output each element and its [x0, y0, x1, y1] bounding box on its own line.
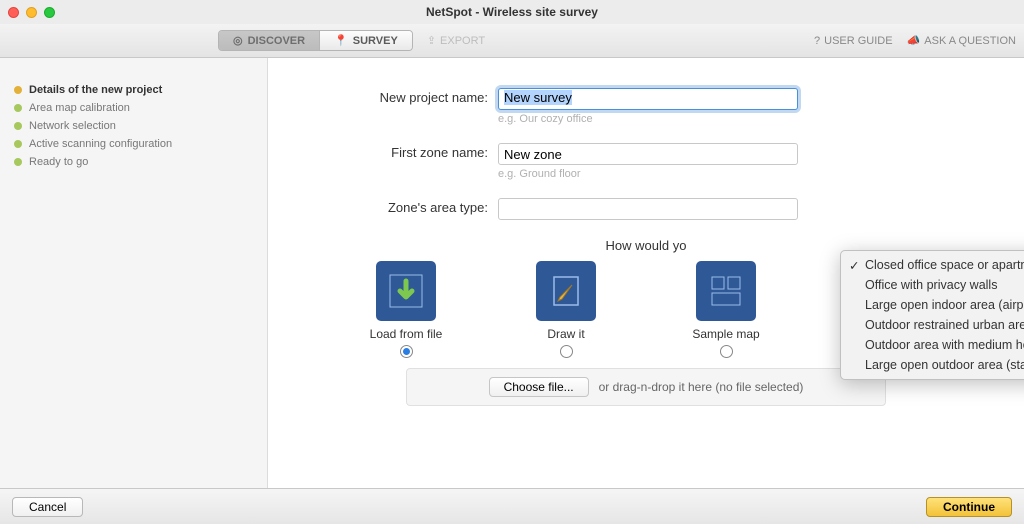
- step-label: Network selection: [29, 120, 116, 132]
- load-file-icon: [376, 261, 436, 321]
- zone-name-hint: e.g. Ground floor: [498, 168, 798, 180]
- sidebar-step-ready[interactable]: Ready to go: [14, 156, 253, 168]
- map-option-load-from-file[interactable]: Load from file: [356, 261, 456, 358]
- pin-icon: 📍: [334, 34, 348, 47]
- map-option-label: Draw it: [547, 327, 584, 341]
- ask-label: ASK A QUESTION: [924, 35, 1016, 47]
- map-radio-sample[interactable]: [720, 345, 733, 358]
- toolbar: ◎ DISCOVER 📍 SURVEY ⇪ EXPORT ? USER GUID…: [0, 24, 1024, 58]
- sidebar-step-calibration[interactable]: Area map calibration: [14, 102, 253, 114]
- discover-tab[interactable]: ◎ DISCOVER: [219, 31, 319, 50]
- map-option-sample-map[interactable]: Sample map: [676, 261, 776, 358]
- sidebar: Details of the new project Area map cali…: [0, 58, 268, 488]
- discover-label: DISCOVER: [248, 35, 305, 47]
- step-label: Ready to go: [29, 156, 88, 168]
- project-name-row: New project name: New survey e.g. Our co…: [308, 88, 984, 125]
- area-type-label: Zone's area type:: [308, 198, 498, 215]
- step-label: Details of the new project: [29, 84, 162, 96]
- user-guide-label: USER GUIDE: [824, 35, 892, 47]
- dropdown-item-outdoor-urban[interactable]: Outdoor restrained urban area: [841, 315, 1024, 335]
- footer: Cancel Continue: [0, 488, 1024, 524]
- continue-button[interactable]: Continue: [926, 497, 1012, 517]
- main-panel: New project name: New survey e.g. Our co…: [268, 58, 1024, 488]
- step-label: Area map calibration: [29, 102, 130, 114]
- sidebar-step-details[interactable]: Details of the new project: [14, 84, 253, 96]
- area-type-select[interactable]: [498, 198, 798, 220]
- area-type-row: Zone's area type:: [308, 198, 984, 220]
- file-drop-row[interactable]: Choose file... or drag-n-drop it here (n…: [406, 368, 886, 406]
- draw-icon: [536, 261, 596, 321]
- project-name-value: New survey: [504, 90, 572, 105]
- survey-label: SURVEY: [353, 35, 398, 47]
- dropdown-item-privacy-walls[interactable]: Office with privacy walls: [841, 275, 1024, 295]
- bullet-icon: [14, 104, 22, 112]
- export-label: EXPORT: [440, 35, 485, 47]
- dropdown-item-closed-office[interactable]: Closed office space or apartment: [841, 255, 1024, 275]
- map-option-label: Sample map: [692, 327, 759, 341]
- map-option-label: Load from file: [370, 327, 443, 341]
- megaphone-icon: 📣: [907, 34, 921, 47]
- cancel-button[interactable]: Cancel: [12, 497, 83, 517]
- content-body: Details of the new project Area map cali…: [0, 58, 1024, 488]
- map-radio-draw[interactable]: [560, 345, 573, 358]
- project-name-label: New project name:: [308, 88, 498, 105]
- map-radio-load[interactable]: [400, 345, 413, 358]
- step-label: Active scanning configuration: [29, 138, 172, 150]
- project-name-input[interactable]: New survey: [498, 88, 798, 110]
- sample-map-icon: [696, 261, 756, 321]
- sidebar-step-scanning[interactable]: Active scanning configuration: [14, 138, 253, 150]
- dropdown-item-outdoor-housing[interactable]: Outdoor area with medium housing density: [841, 335, 1024, 355]
- choose-file-button[interactable]: Choose file...: [489, 377, 589, 397]
- file-hint: or drag-n-drop it here (no file selected…: [599, 380, 804, 394]
- map-option-draw-it[interactable]: Draw it: [516, 261, 616, 358]
- survey-tab[interactable]: 📍 SURVEY: [319, 31, 412, 50]
- window-title: NetSpot - Wireless site survey: [0, 5, 1024, 19]
- project-name-hint: e.g. Our cozy office: [498, 113, 798, 125]
- bullet-icon: [14, 86, 22, 94]
- bullet-icon: [14, 158, 22, 166]
- ask-question-button[interactable]: 📣 ASK A QUESTION: [907, 34, 1016, 47]
- user-guide-button[interactable]: ? USER GUIDE: [814, 35, 893, 47]
- export-button: ⇪ EXPORT: [427, 34, 485, 47]
- bullet-icon: [14, 122, 22, 130]
- area-type-dropdown: Closed office space or apartment Office …: [840, 250, 1024, 380]
- dropdown-item-large-indoor[interactable]: Large open indoor area (airport, superma…: [841, 295, 1024, 315]
- export-icon: ⇪: [427, 34, 436, 47]
- bullet-icon: [14, 140, 22, 148]
- zone-name-row: First zone name: e.g. Ground floor: [308, 143, 984, 180]
- zone-name-label: First zone name:: [308, 143, 498, 160]
- dropdown-item-large-outdoor[interactable]: Large open outdoor area (stadium): [841, 355, 1024, 375]
- help-icon: ?: [814, 35, 820, 47]
- mode-segmented-control: ◎ DISCOVER 📍 SURVEY: [218, 30, 413, 51]
- zone-name-input[interactable]: [498, 143, 798, 165]
- radar-icon: ◎: [233, 34, 243, 47]
- titlebar: NetSpot - Wireless site survey: [0, 0, 1024, 24]
- sidebar-step-network[interactable]: Network selection: [14, 120, 253, 132]
- window: NetSpot - Wireless site survey ◎ DISCOVE…: [0, 0, 1024, 524]
